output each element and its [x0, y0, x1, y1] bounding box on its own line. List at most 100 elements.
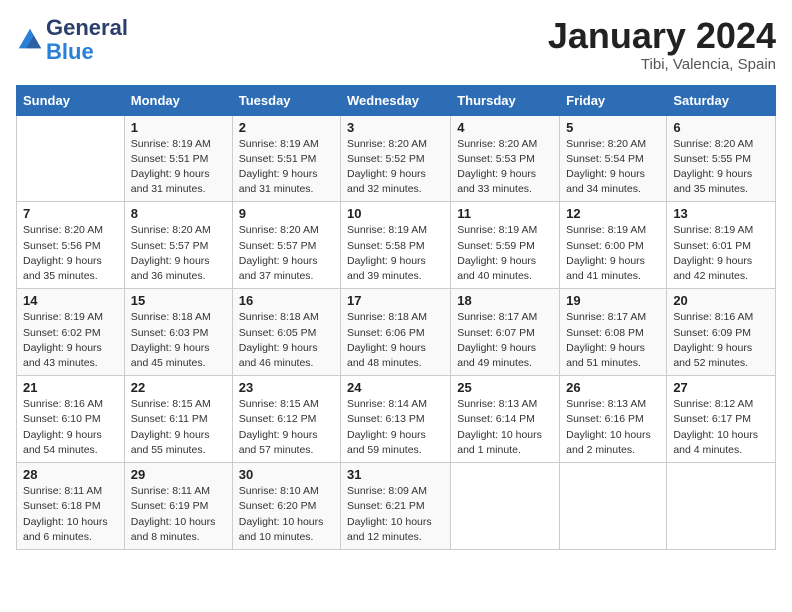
calendar-cell: 30 Sunrise: 8:10 AMSunset: 6:20 PMDayligh…	[232, 463, 340, 550]
calendar-cell: 2 Sunrise: 8:19 AMSunset: 5:51 PMDaylight…	[232, 115, 340, 202]
calendar-cell: 26Sunrise: 8:13 AMSunset: 6:16 PMDayligh…	[560, 376, 667, 463]
day-info: Sunrise: 8:18 AMSunset: 6:03 PMDaylight:…	[131, 310, 226, 371]
day-number: 3	[347, 120, 444, 135]
calendar-cell: 19Sunrise: 8:17 AMSunset: 6:08 PMDayligh…	[560, 289, 667, 376]
day-info: Sunrise: 8:17 AMSunset: 6:08 PMDaylight:…	[566, 310, 660, 371]
day-number: 12	[566, 206, 660, 221]
page-header: General Blue January 2024 Tibi, Valencia…	[16, 16, 776, 73]
title-area: January 2024 Tibi, Valencia, Spain	[548, 16, 776, 73]
day-number: 14	[23, 293, 118, 308]
day-number: 10	[347, 206, 444, 221]
day-number: 24	[347, 380, 444, 395]
day-info: Sunrise: 8:15 AMSunset: 6:12 PMDaylight:…	[239, 397, 334, 458]
logo-text: General Blue	[46, 16, 128, 64]
day-info: Sunrise: 8:09 AMSunset: 6:21 PMDaylight:…	[347, 484, 444, 545]
day-number: 9	[239, 206, 334, 221]
calendar-cell: 14 Sunrise: 8:19 AMSunset: 6:02 PMDayligh…	[17, 289, 125, 376]
day-number: 1	[131, 120, 226, 135]
header-thursday: Thursday	[451, 85, 560, 115]
day-info: Sunrise: 8:19 AMSunset: 5:59 PMDaylight:…	[457, 223, 553, 284]
day-info: Sunrise: 8:19 AMSunset: 6:02 PMDaylight:…	[23, 310, 118, 371]
calendar-cell: 16 Sunrise: 8:18 AMSunset: 6:05 PMDayligh…	[232, 289, 340, 376]
day-info: Sunrise: 8:16 AMSunset: 6:09 PMDaylight:…	[673, 310, 769, 371]
day-number: 26	[566, 380, 660, 395]
calendar-cell	[667, 463, 776, 550]
day-number: 20	[673, 293, 769, 308]
day-info: Sunrise: 8:19 AMSunset: 6:00 PMDaylight:…	[566, 223, 660, 284]
logo-icon	[16, 26, 44, 54]
day-info: Sunrise: 8:18 AMSunset: 6:06 PMDaylight:…	[347, 310, 444, 371]
day-info: Sunrise: 8:11 AMSunset: 6:19 PMDaylight:…	[131, 484, 226, 545]
day-info: Sunrise: 8:20 AMSunset: 5:53 PMDaylight:…	[457, 137, 553, 198]
day-info: Sunrise: 8:19 AMSunset: 5:51 PMDaylight:…	[131, 137, 226, 198]
header-saturday: Saturday	[667, 85, 776, 115]
day-number: 2	[239, 120, 334, 135]
calendar-cell: 5 Sunrise: 8:20 AMSunset: 5:54 PMDaylight…	[560, 115, 667, 202]
day-info: Sunrise: 8:12 AMSunset: 6:17 PMDaylight:…	[673, 397, 769, 458]
day-info: Sunrise: 8:16 AMSunset: 6:10 PMDaylight:…	[23, 397, 118, 458]
day-number: 6	[673, 120, 769, 135]
header-wednesday: Wednesday	[341, 85, 451, 115]
month-title: January 2024	[548, 16, 776, 56]
calendar-cell: 15 Sunrise: 8:18 AMSunset: 6:03 PMDayligh…	[124, 289, 232, 376]
day-info: Sunrise: 8:18 AMSunset: 6:05 PMDaylight:…	[239, 310, 334, 371]
week-row-4: 21Sunrise: 8:16 AMSunset: 6:10 PMDayligh…	[17, 376, 776, 463]
day-number: 17	[347, 293, 444, 308]
calendar-cell: 25 Sunrise: 8:13 AMSunset: 6:14 PMDayligh…	[451, 376, 560, 463]
header-monday: Monday	[124, 85, 232, 115]
calendar-cell: 24 Sunrise: 8:14 AMSunset: 6:13 PMDayligh…	[341, 376, 451, 463]
logo: General Blue	[16, 16, 128, 64]
calendar-cell: 31 Sunrise: 8:09 AMSunset: 6:21 PMDayligh…	[341, 463, 451, 550]
day-info: Sunrise: 8:20 AMSunset: 5:57 PMDaylight:…	[131, 223, 226, 284]
day-number: 27	[673, 380, 769, 395]
day-number: 5	[566, 120, 660, 135]
day-info: Sunrise: 8:19 AMSunset: 5:51 PMDaylight:…	[239, 137, 334, 198]
day-number: 11	[457, 206, 553, 221]
day-number: 23	[239, 380, 334, 395]
day-info: Sunrise: 8:20 AMSunset: 5:57 PMDaylight:…	[239, 223, 334, 284]
day-info: Sunrise: 8:20 AMSunset: 5:54 PMDaylight:…	[566, 137, 660, 198]
location: Tibi, Valencia, Spain	[548, 56, 776, 73]
day-info: Sunrise: 8:13 AMSunset: 6:14 PMDaylight:…	[457, 397, 553, 458]
day-number: 18	[457, 293, 553, 308]
calendar-cell	[560, 463, 667, 550]
calendar-header-row: SundayMondayTuesdayWednesdayThursdayFrid…	[17, 85, 776, 115]
day-number: 25	[457, 380, 553, 395]
calendar-cell: 3Sunrise: 8:20 AMSunset: 5:52 PMDaylight…	[341, 115, 451, 202]
day-info: Sunrise: 8:17 AMSunset: 6:07 PMDaylight:…	[457, 310, 553, 371]
day-number: 8	[131, 206, 226, 221]
calendar-cell: 18 Sunrise: 8:17 AMSunset: 6:07 PMDayligh…	[451, 289, 560, 376]
calendar-cell: 10Sunrise: 8:19 AMSunset: 5:58 PMDayligh…	[341, 202, 451, 289]
day-info: Sunrise: 8:15 AMSunset: 6:11 PMDaylight:…	[131, 397, 226, 458]
day-info: Sunrise: 8:19 AMSunset: 6:01 PMDaylight:…	[673, 223, 769, 284]
calendar-cell: 7 Sunrise: 8:20 AMSunset: 5:56 PMDaylight…	[17, 202, 125, 289]
header-sunday: Sunday	[17, 85, 125, 115]
day-number: 13	[673, 206, 769, 221]
calendar-cell: 23 Sunrise: 8:15 AMSunset: 6:12 PMDayligh…	[232, 376, 340, 463]
day-number: 16	[239, 293, 334, 308]
day-number: 30	[239, 467, 334, 482]
calendar-cell: 12 Sunrise: 8:19 AMSunset: 6:00 PMDayligh…	[560, 202, 667, 289]
day-number: 28	[23, 467, 118, 482]
day-number: 15	[131, 293, 226, 308]
calendar-cell: 13 Sunrise: 8:19 AMSunset: 6:01 PMDayligh…	[667, 202, 776, 289]
day-number: 31	[347, 467, 444, 482]
calendar-cell: 17 Sunrise: 8:18 AMSunset: 6:06 PMDayligh…	[341, 289, 451, 376]
day-number: 7	[23, 206, 118, 221]
calendar-cell: 6 Sunrise: 8:20 AMSunset: 5:55 PMDaylight…	[667, 115, 776, 202]
calendar-cell: 27 Sunrise: 8:12 AMSunset: 6:17 PMDayligh…	[667, 376, 776, 463]
day-info: Sunrise: 8:11 AMSunset: 6:18 PMDaylight:…	[23, 484, 118, 545]
day-info: Sunrise: 8:14 AMSunset: 6:13 PMDaylight:…	[347, 397, 444, 458]
calendar-cell	[451, 463, 560, 550]
calendar-cell: 4Sunrise: 8:20 AMSunset: 5:53 PMDaylight…	[451, 115, 560, 202]
day-info: Sunrise: 8:20 AMSunset: 5:56 PMDaylight:…	[23, 223, 118, 284]
day-info: Sunrise: 8:10 AMSunset: 6:20 PMDaylight:…	[239, 484, 334, 545]
calendar-cell: 9 Sunrise: 8:20 AMSunset: 5:57 PMDaylight…	[232, 202, 340, 289]
week-row-3: 14 Sunrise: 8:19 AMSunset: 6:02 PMDayligh…	[17, 289, 776, 376]
header-friday: Friday	[560, 85, 667, 115]
calendar-cell: 22 Sunrise: 8:15 AMSunset: 6:11 PMDayligh…	[124, 376, 232, 463]
day-info: Sunrise: 8:20 AMSunset: 5:55 PMDaylight:…	[673, 137, 769, 198]
day-number: 22	[131, 380, 226, 395]
calendar-cell	[17, 115, 125, 202]
calendar-cell: 20 Sunrise: 8:16 AMSunset: 6:09 PMDayligh…	[667, 289, 776, 376]
